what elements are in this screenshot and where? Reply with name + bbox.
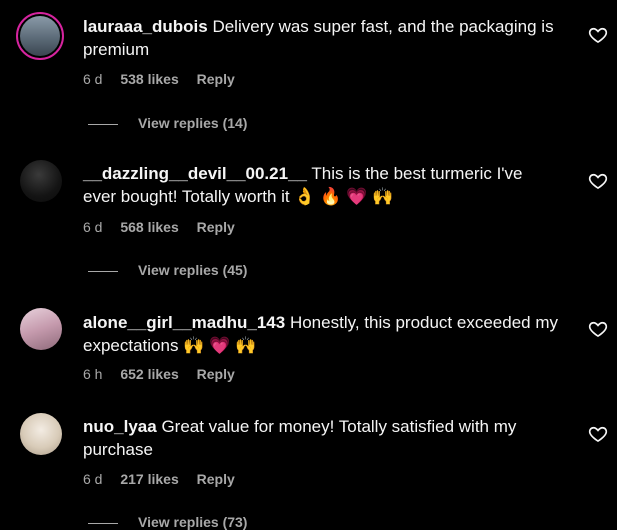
comment-body: __dazzling__devil__00.21__ This is the b… [83,162,558,208]
view-replies-button[interactable]: View replies (14) [88,115,247,131]
comment-likes[interactable]: 652 likes [120,366,178,382]
reply-button[interactable]: Reply [197,471,235,487]
view-replies-label: View replies (14) [138,115,248,131]
view-replies-button[interactable]: View replies (45) [88,262,247,278]
comment-likes[interactable]: 217 likes [120,471,178,487]
comment-time: 6 d [83,471,103,487]
avatar[interactable] [20,160,62,202]
comment-likes[interactable]: 538 likes [120,71,178,87]
replies-divider [88,270,118,272]
comment-meta: 6 d 217 likes Reply [83,471,249,487]
comment-meta: 6 d 538 likes Reply [83,71,249,87]
comment-username[interactable]: __dazzling__devil__00.21__ [83,164,307,183]
view-replies-label: View replies (73) [138,514,248,530]
comment-body: alone__girl__madhu_143 Honestly, this pr… [83,311,558,357]
comment-time: 6 d [83,71,103,87]
comment-likes[interactable]: 568 likes [120,219,178,235]
avatar[interactable] [16,12,64,60]
replies-divider [88,123,118,125]
view-replies-button[interactable]: View replies (73) [88,514,247,530]
avatar[interactable] [20,413,62,455]
comment-body: lauraaa_dubois Delivery was super fast, … [83,15,558,61]
reply-button[interactable]: Reply [197,366,235,382]
reply-button[interactable]: Reply [197,219,235,235]
comment-username[interactable]: lauraaa_dubois [83,17,208,36]
reply-button[interactable]: Reply [197,71,235,87]
comment-meta: 6 d 568 likes Reply [83,219,249,235]
heart-icon[interactable] [588,424,608,444]
comment-meta: 6 h 652 likes Reply [83,366,249,382]
comment-username[interactable]: alone__girl__madhu_143 [83,313,285,332]
heart-icon[interactable] [588,25,608,45]
comment-time: 6 h [83,366,103,382]
replies-divider [88,522,118,524]
heart-icon[interactable] [588,171,608,191]
view-replies-label: View replies (45) [138,262,248,278]
comment-username[interactable]: nuo_lyaa [83,417,157,436]
avatar[interactable] [20,308,62,350]
comment-body: nuo_lyaa Great value for money! Totally … [83,415,558,461]
comment-time: 6 d [83,219,103,235]
heart-icon[interactable] [588,319,608,339]
